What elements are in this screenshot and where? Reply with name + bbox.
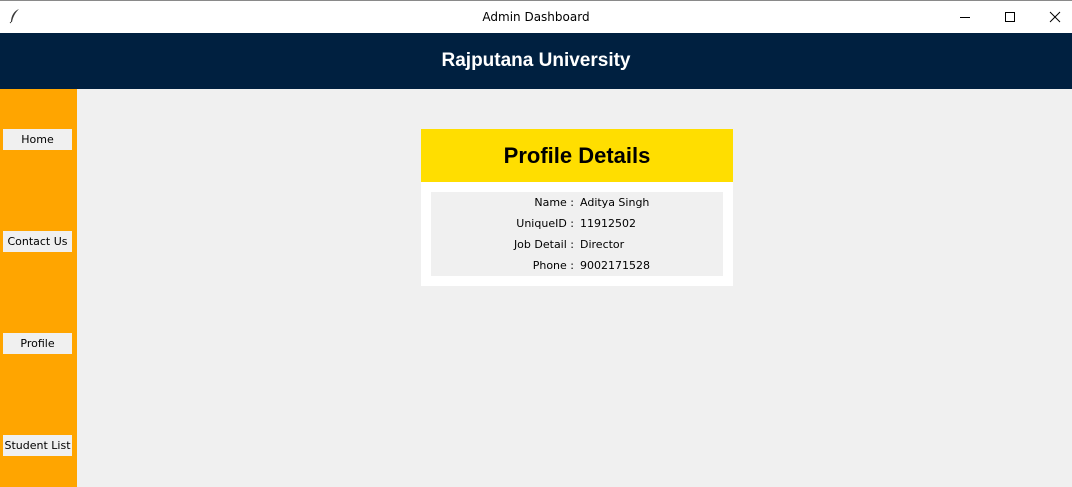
minimize-icon [959, 8, 971, 27]
title-bar: Admin Dashboard [0, 0, 1072, 33]
profile-details: Name : Aditya Singh UniqueID : 11912502 … [431, 192, 723, 276]
maximize-button[interactable] [987, 1, 1033, 33]
university-title: Rajputana University [441, 50, 631, 71]
profile-heading: Profile Details [421, 129, 733, 182]
profile-card: Profile Details Name : Aditya Singh Uniq… [421, 129, 733, 286]
app-window: Admin Dashboard Rajputana University Hom… [0, 0, 1072, 487]
detail-label: UniqueID : [516, 217, 574, 230]
detail-label: Job Detail : [513, 238, 574, 251]
app-header: Rajputana University [0, 33, 1072, 89]
detail-value: Director [580, 238, 625, 251]
contact-us-button[interactable]: Contact Us [3, 231, 72, 252]
detail-label: Phone : [532, 259, 574, 272]
detail-row-name: Name : Aditya Singh [431, 192, 723, 213]
detail-value: 11912502 [580, 217, 636, 230]
sidebar: Home Contact Us Profile Student List [0, 89, 77, 487]
minimize-button[interactable] [942, 1, 988, 33]
detail-value: 9002171528 [580, 259, 650, 272]
window-title: Admin Dashboard [482, 10, 590, 24]
close-icon [1049, 8, 1061, 27]
detail-row-phone: Phone : 9002171528 [431, 255, 723, 276]
detail-row-uniqueid: UniqueID : 11912502 [431, 213, 723, 234]
detail-row-job: Job Detail : Director [431, 234, 723, 255]
student-list-button[interactable]: Student List [3, 435, 72, 456]
home-button[interactable]: Home [3, 129, 72, 150]
detail-label: Name : [534, 196, 574, 209]
detail-value: Aditya Singh [580, 196, 650, 209]
close-button[interactable] [1032, 1, 1072, 33]
maximize-icon [1004, 8, 1016, 27]
profile-button[interactable]: Profile [3, 333, 72, 354]
